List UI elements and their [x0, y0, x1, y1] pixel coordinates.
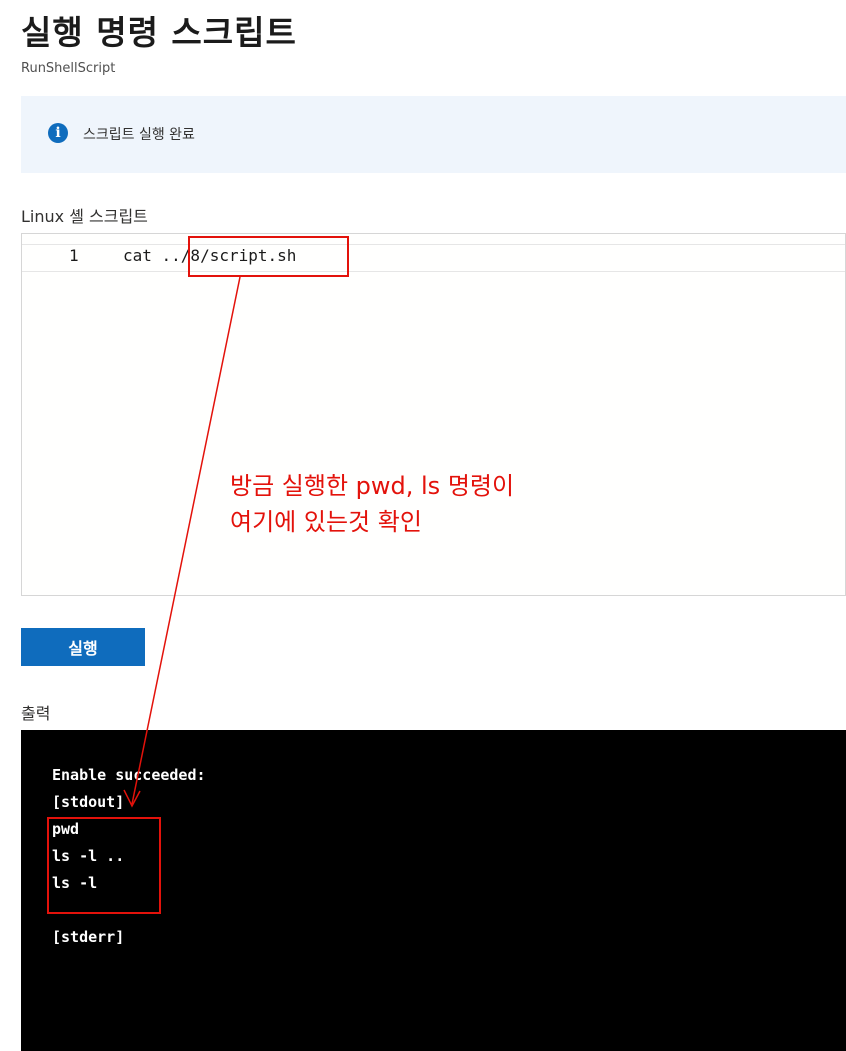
script-editor[interactable]: 1 cat ../8/script.sh [21, 233, 846, 596]
page-subtitle: RunShellScript [21, 61, 116, 76]
annotation-note: 방금 실행한 pwd, ls 명령이 여기에 있는것 확인 [230, 468, 514, 540]
run-command-page: 실행 명령 스크립트 RunShellScript i 스크립트 실행 완료 L… [0, 0, 846, 1051]
line-number: 1 [69, 246, 79, 265]
output-console: Enable succeeded: [stdout] pwd ls -l .. … [21, 730, 846, 1051]
console-line: ls -l .. [52, 847, 125, 865]
console-line: [stderr] [52, 928, 125, 946]
page-title: 실행 명령 스크립트 [21, 13, 297, 52]
script-editor-label: Linux 셸 스크립트 [21, 207, 148, 226]
console-line: [stdout] [52, 793, 125, 811]
annotation-line: 여기에 있는것 확인 [230, 508, 422, 536]
info-icon: i [48, 123, 68, 143]
console-line: Enable succeeded: [52, 766, 206, 784]
run-button[interactable]: 실행 [21, 628, 145, 666]
console-line: pwd [52, 820, 80, 838]
output-label: 출력 [21, 704, 51, 723]
console-line: ls -l [52, 874, 98, 892]
info-message: 스크립트 실행 완료 [83, 127, 195, 143]
info-banner: i 스크립트 실행 완료 [21, 96, 846, 173]
code-line[interactable]: cat ../8/script.sh [123, 246, 296, 265]
annotation-line: 방금 실행한 pwd, ls 명령이 [230, 472, 515, 500]
